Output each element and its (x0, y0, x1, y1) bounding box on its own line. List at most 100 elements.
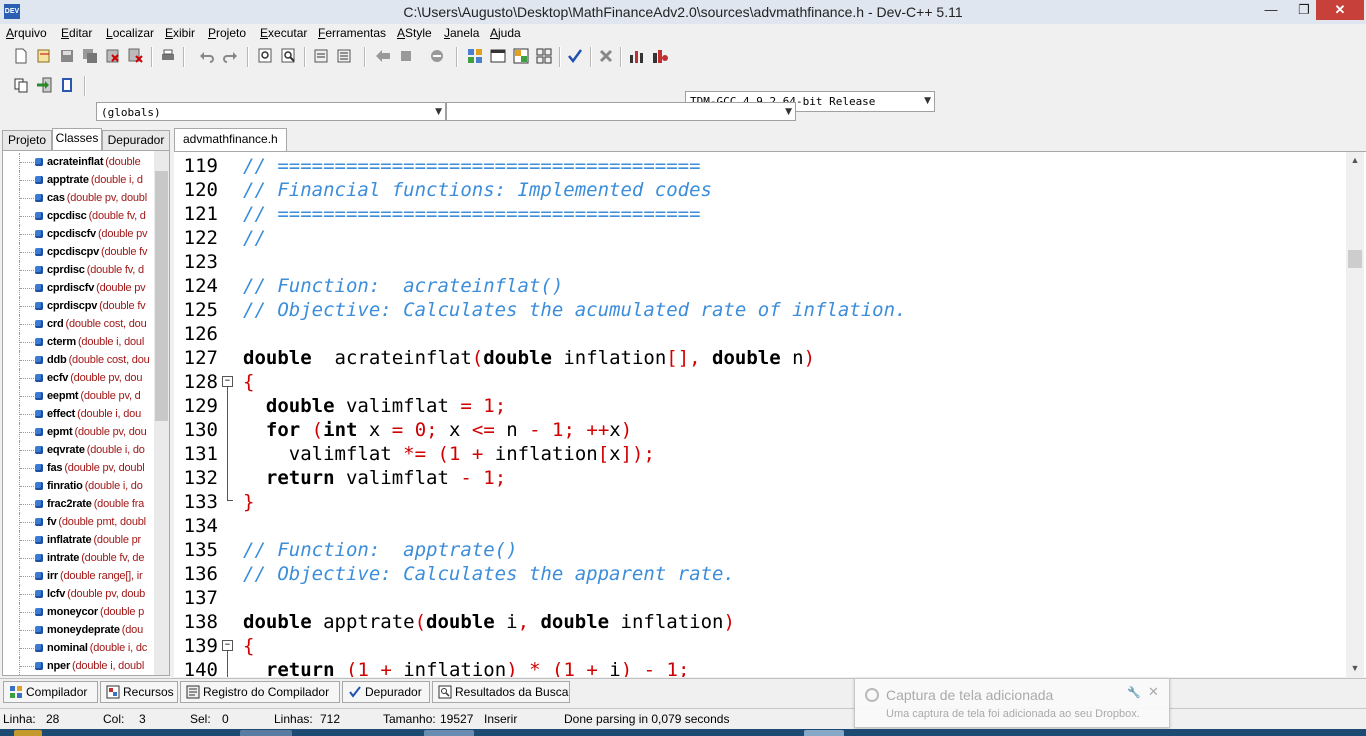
tab-projeto[interactable]: Projeto (2, 130, 52, 150)
class-tree-item[interactable]: eqvrate (double i, do (3, 441, 155, 459)
code-line[interactable]: // Financial functions: Implemented code… (243, 178, 712, 202)
tab-registro-do-compilador[interactable]: Registro do Compilador (180, 681, 340, 703)
tab-recursos[interactable]: Recursos (100, 681, 178, 703)
member-select[interactable]: ▼ (446, 102, 796, 121)
class-tree-item[interactable]: cprdiscpv (double fv (3, 297, 155, 315)
find-icon[interactable] (257, 47, 275, 65)
class-tree-item[interactable]: nominal (double i, dc (3, 639, 155, 657)
code-line[interactable]: return valimflat - 1; (243, 466, 506, 490)
compile-icon[interactable] (466, 47, 484, 65)
code-line[interactable]: double acrateinflat(double inflation[], … (243, 346, 815, 370)
dropbox-notification[interactable]: Captura de tela adicionada Uma captura d… (854, 678, 1170, 728)
taskbar-app-icon[interactable] (240, 730, 292, 736)
code-line[interactable]: double valimflat = 1; (243, 394, 506, 418)
menu-localizar[interactable]: Localizar (106, 26, 154, 40)
class-tree-item[interactable]: eepmt (double pv, d (3, 387, 155, 405)
menu-ferramentas[interactable]: Ferramentas (318, 26, 386, 40)
class-tree-item[interactable]: cpcdiscpv (double fv (3, 243, 155, 261)
maximize-button[interactable]: ❐ (1289, 0, 1319, 20)
tab-classes[interactable]: Classes (52, 128, 102, 150)
tree-scrollbar-thumb[interactable] (155, 171, 168, 421)
code-line[interactable]: } (243, 490, 254, 514)
code-line[interactable]: // ===================================== (243, 202, 701, 226)
class-tree-item[interactable]: lcfv (double pv, doub (3, 585, 155, 603)
class-tree-item[interactable]: crd (double cost, dou (3, 315, 155, 333)
class-tree-item[interactable]: epmt (double pv, dou (3, 423, 155, 441)
scope-select[interactable]: (globals) ▼ (96, 102, 446, 121)
class-tree-item[interactable]: cprdiscfv (double pv (3, 279, 155, 297)
class-tree-item[interactable]: ecfv (double pv, dou (3, 369, 155, 387)
replace-icon[interactable] (280, 47, 298, 65)
goto-forward-icon[interactable] (397, 47, 415, 65)
class-tree-item[interactable]: inflatrate (double pr (3, 531, 155, 549)
class-tree-item[interactable]: irr (double range[], ir (3, 567, 155, 585)
class-tree-item[interactable]: moneydeprate (dou (3, 621, 155, 639)
indent-icon[interactable] (312, 47, 330, 65)
tab-depurador[interactable]: Depurador (102, 130, 170, 150)
stop-icon[interactable] (597, 47, 615, 65)
close-button[interactable]: ✕ (1316, 0, 1364, 20)
code-editor[interactable]: 119 120 121 122 123 124 125 126 127 128 129 130 131 1… (174, 151, 1366, 677)
menu-janela[interactable]: Janela (444, 26, 479, 40)
class-tree-item[interactable]: frac2rate (double fra (3, 495, 155, 513)
menu-ajuda[interactable]: Ajuda (490, 26, 521, 40)
taskbar-app-icon[interactable] (804, 730, 844, 736)
settings-icon[interactable]: 🔧 (1127, 686, 1141, 699)
class-tree-item[interactable]: finratio (double i, do (3, 477, 155, 495)
tab-advmathfinance-h[interactable]: advmathfinance.h (174, 128, 287, 151)
class-tree-item[interactable]: intrate (double fv, de (3, 549, 155, 567)
code-line[interactable]: for (int x = 0; x <= n - 1; ++x) (243, 418, 632, 442)
taskbar-app-icon[interactable] (424, 730, 474, 736)
insert-icon[interactable] (12, 76, 30, 94)
bookmark-icon[interactable] (428, 47, 446, 65)
chart-icon[interactable] (628, 47, 646, 65)
new-file-icon[interactable] (12, 47, 30, 65)
close-all-icon[interactable] (127, 47, 145, 65)
menu-projeto[interactable]: Projeto (208, 26, 246, 40)
goto-icon[interactable] (35, 76, 53, 94)
code-area[interactable]: // =====================================… (243, 152, 1343, 677)
class-tree-item[interactable]: ddb (double cost, dou (3, 351, 155, 369)
class-tree-item[interactable]: effect (double i, dou (3, 405, 155, 423)
undo-icon[interactable] (198, 47, 216, 65)
taskbar-app-icon[interactable] (14, 730, 42, 736)
menu-astyle[interactable]: AStyle (397, 26, 432, 40)
profile-icon[interactable] (651, 47, 669, 65)
menu-executar[interactable]: Executar (260, 26, 307, 40)
code-line[interactable]: // Objective: Calculates the acumulated … (243, 298, 906, 322)
tab-compilador[interactable]: Compilador (3, 681, 98, 703)
print-icon[interactable] (159, 47, 177, 65)
open-file-icon[interactable] (35, 47, 53, 65)
minimize-button[interactable]: — (1256, 0, 1286, 20)
save-icon[interactable] (58, 47, 76, 65)
close-file-icon[interactable] (104, 47, 122, 65)
tab-depurador-bottom[interactable]: Depurador (342, 681, 430, 703)
scrollbar-thumb[interactable] (1348, 250, 1362, 268)
run-icon[interactable] (489, 47, 507, 65)
code-line[interactable]: return (1 + inflation) * (1 + i) - 1; (243, 658, 690, 677)
class-tree-item[interactable]: cpcdisc (double fv, d (3, 207, 155, 225)
code-line[interactable]: // Function: apptrate() (243, 538, 518, 562)
class-tree-item[interactable]: cpcdiscfv (double pv (3, 225, 155, 243)
code-line[interactable]: // ===================================== (243, 154, 701, 178)
code-line[interactable]: { (243, 370, 254, 394)
save-all-icon[interactable] (81, 47, 99, 65)
scroll-up-icon[interactable]: ▲ (1346, 152, 1364, 169)
menu-arquivo[interactable]: Arquivo (6, 26, 47, 40)
class-tree-item[interactable]: apptrate (double i, d (3, 171, 155, 189)
code-line[interactable]: // Function: acrateinflat() (243, 274, 563, 298)
class-tree-item[interactable]: cprdisc (double fv, d (3, 261, 155, 279)
unindent-icon[interactable] (335, 47, 353, 65)
scroll-down-icon[interactable]: ▼ (1346, 660, 1364, 677)
tab-resultados-da-busca[interactable]: Resultados da Busca (432, 681, 570, 703)
menu-exibir[interactable]: Exibir (165, 26, 195, 40)
vertical-scrollbar[interactable]: ▲ ▼ (1346, 152, 1364, 677)
code-line[interactable]: valimflat *= (1 + inflation[x]); (243, 442, 655, 466)
notification-close-icon[interactable]: ✕ (1148, 684, 1159, 700)
rebuild-icon[interactable] (535, 47, 553, 65)
class-tree-item[interactable]: acrateinflat (double (3, 153, 155, 171)
compile-run-icon[interactable] (512, 47, 530, 65)
class-tree-item[interactable]: fas (double pv, doubl (3, 459, 155, 477)
code-line[interactable]: double apptrate(double i, double inflati… (243, 610, 735, 634)
class-tree-item[interactable]: fv (double pmt, doubl (3, 513, 155, 531)
